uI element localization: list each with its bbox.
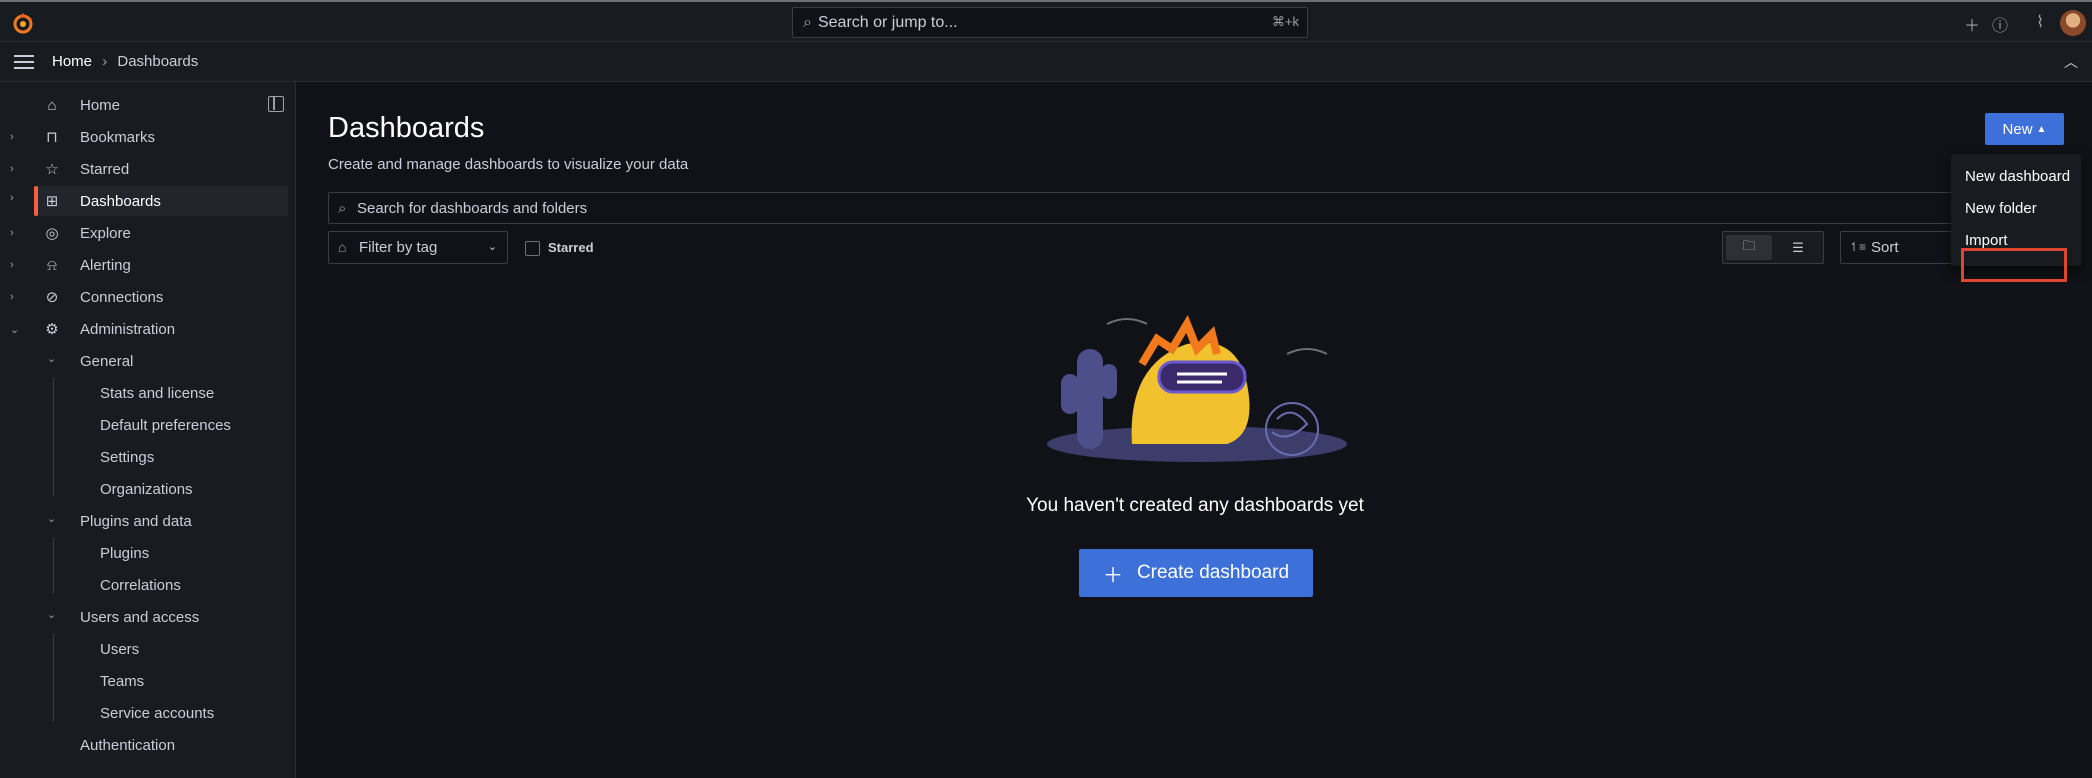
breadcrumb-bar: Home › Dashboards ︿ xyxy=(0,42,2092,82)
link-icon: ⊘ xyxy=(45,289,59,306)
global-search-input[interactable]: ⌕ Search or jump to... ⌘+k xyxy=(792,7,1308,38)
sidebar-item-label: Dashboards xyxy=(80,192,161,210)
chevron-up-icon[interactable]: ︿ xyxy=(2064,52,2078,72)
sidebar-item-users[interactable]: Users xyxy=(100,641,139,658)
view-toggle: 🗀 ☰ xyxy=(1722,231,1824,264)
menu-item-new-dashboard[interactable]: New dashboard xyxy=(1965,168,2070,185)
menu-item-new-folder[interactable]: New folder xyxy=(1965,200,2037,217)
chevron-right-icon[interactable]: › xyxy=(10,131,20,143)
apps-icon: ⊞ xyxy=(45,193,59,210)
user-avatar[interactable] xyxy=(2060,10,2086,36)
top-bar: ⌕ Search or jump to... ⌘+k ＋⌄ ⓘ ⌇ xyxy=(0,0,2092,55)
search-icon: ⌕ xyxy=(803,13,812,31)
sidebar: ⌂ Home › ⊓ Bookmarks › ☆ Starred › ⊞ Das… xyxy=(0,82,296,778)
sidebar-item-label: Starred xyxy=(80,160,130,178)
search-icon: ⌕ xyxy=(338,200,347,217)
sidebar-item-connections[interactable]: › ⊘ Connections xyxy=(0,282,290,312)
grafana-logo-icon[interactable] xyxy=(10,10,36,36)
chevron-down-icon: ⌄ xyxy=(487,241,497,253)
sidebar-item-teams[interactable]: Teams xyxy=(100,673,144,690)
filter-by-tag-select[interactable]: ⌂ Filter by tag ⌄ xyxy=(328,231,508,264)
list-view-icon[interactable]: ☰ xyxy=(1775,235,1821,260)
bookmark-icon: ⊓ xyxy=(46,129,58,146)
sidebar-item-label: Alerting xyxy=(80,256,131,274)
sidebar-item-plugins[interactable]: Plugins xyxy=(100,545,149,562)
tag-icon: ⌂ xyxy=(338,239,347,255)
chevron-down-icon[interactable]: ⌄ xyxy=(47,352,56,365)
breadcrumb: Home › Dashboards xyxy=(52,53,198,70)
plus-icon: ＋ xyxy=(1102,564,1123,587)
sidebar-item-administration[interactable]: ⌄ ⚙ Administration xyxy=(0,314,290,344)
news-feed-icon[interactable]: ⌇ xyxy=(2036,12,2044,32)
home-icon: ⌂ xyxy=(47,96,57,114)
sidebar-item-explore[interactable]: › ◎ Explore xyxy=(0,218,290,248)
create-dashboard-label: Create dashboard xyxy=(1136,562,1290,583)
sort-label: Sort xyxy=(1871,239,1899,256)
sidebar-item-label: Bookmarks xyxy=(80,128,156,146)
chevron-right-icon[interactable]: › xyxy=(10,227,20,239)
chevron-down-icon[interactable]: ⌄ xyxy=(47,512,56,525)
sidebar-item-plugins-and-data[interactable]: Plugins and data xyxy=(80,513,192,530)
chevron-right-icon[interactable]: › xyxy=(10,192,14,204)
sidebar-item-authentication[interactable]: Authentication xyxy=(80,737,175,754)
sidebar-item-correlations[interactable]: Correlations xyxy=(100,577,181,594)
folder-view-icon[interactable]: 🗀 xyxy=(1726,235,1772,260)
tree-line xyxy=(53,634,54,722)
sidebar-item-organizations[interactable]: Organizations xyxy=(100,481,193,498)
chevron-down-icon[interactable]: ⌄ xyxy=(10,323,20,336)
search-placeholder: Search or jump to... xyxy=(817,13,958,31)
empty-state-message: You haven't created any dashboards yet xyxy=(1026,495,1364,516)
help-icon[interactable]: ⓘ xyxy=(1992,12,2008,36)
gear-icon: ⚙ xyxy=(45,321,59,338)
tree-line xyxy=(53,378,54,496)
sort-icon: ↿≡ xyxy=(1849,240,1867,254)
sidebar-item-alerting[interactable]: › ⍾ Alerting xyxy=(0,250,290,280)
starred-label[interactable]: Starred xyxy=(548,240,594,255)
create-dashboard-button[interactable]: ＋ Create dashboard xyxy=(1079,549,1313,597)
empty-state-illustration xyxy=(1047,315,1347,462)
sort-select[interactable]: ↿≡ Sort xyxy=(1840,231,1960,264)
sidebar-item-home[interactable]: ⌂ Home xyxy=(0,90,290,120)
search-placeholder: Search for dashboards and folders xyxy=(357,199,588,217)
compass-icon: ◎ xyxy=(45,225,59,242)
new-button-label: New xyxy=(2002,120,2033,138)
keyboard-shortcut-hint: ⌘+k xyxy=(1271,14,1299,29)
sidebar-item-service-accounts[interactable]: Service accounts xyxy=(100,705,214,722)
chevron-up-icon: ▲ xyxy=(2036,123,2047,135)
sidebar-item-label: Home xyxy=(80,96,121,114)
page-title: Dashboards xyxy=(328,112,485,144)
chevron-right-icon[interactable]: › xyxy=(10,163,20,175)
sidebar-item-bookmarks[interactable]: › ⊓ Bookmarks xyxy=(0,122,290,152)
sidebar-item-stats-and-license[interactable]: Stats and license xyxy=(100,385,214,402)
main-content: Dashboards Create and manage dashboards … xyxy=(297,82,2092,778)
menu-item-import[interactable]: Import xyxy=(1965,232,2008,249)
chevron-right-icon[interactable]: › xyxy=(10,259,20,271)
tree-line xyxy=(53,538,54,594)
sidebar-item-starred[interactable]: › ☆ Starred xyxy=(0,154,290,184)
sidebar-item-label: Explore xyxy=(80,224,131,242)
sidebar-item-default-preferences[interactable]: Default preferences xyxy=(100,417,231,434)
breadcrumb-separator: › xyxy=(102,53,108,70)
sidebar-item-label: Administration xyxy=(80,320,176,338)
sidebar-item-settings[interactable]: Settings xyxy=(100,449,154,466)
page-subtitle: Create and manage dashboards to visualiz… xyxy=(328,156,689,173)
sidebar-item-users-and-access[interactable]: Users and access xyxy=(80,609,199,626)
breadcrumb-current: Dashboards xyxy=(117,53,199,70)
sidebar-item-general[interactable]: General xyxy=(80,353,133,370)
chevron-down-icon[interactable]: ⌄ xyxy=(47,608,56,621)
bell-icon: ⍾ xyxy=(47,256,57,274)
breadcrumb-home[interactable]: Home xyxy=(52,53,92,70)
star-icon: ☆ xyxy=(45,161,59,178)
starred-checkbox[interactable] xyxy=(525,241,540,256)
filter-placeholder: Filter by tag xyxy=(359,239,438,256)
new-button[interactable]: New ▲ xyxy=(1985,113,2064,145)
chevron-right-icon[interactable]: › xyxy=(10,291,20,303)
sidebar-item-dashboards[interactable]: ⊞ Dashboards xyxy=(34,186,288,216)
import-highlight-box xyxy=(1961,248,2067,282)
menu-toggle-icon[interactable] xyxy=(14,55,34,69)
sidebar-item-label: Connections xyxy=(80,288,164,306)
dashboard-search-input[interactable]: ⌕ Search for dashboards and folders xyxy=(328,192,2038,224)
